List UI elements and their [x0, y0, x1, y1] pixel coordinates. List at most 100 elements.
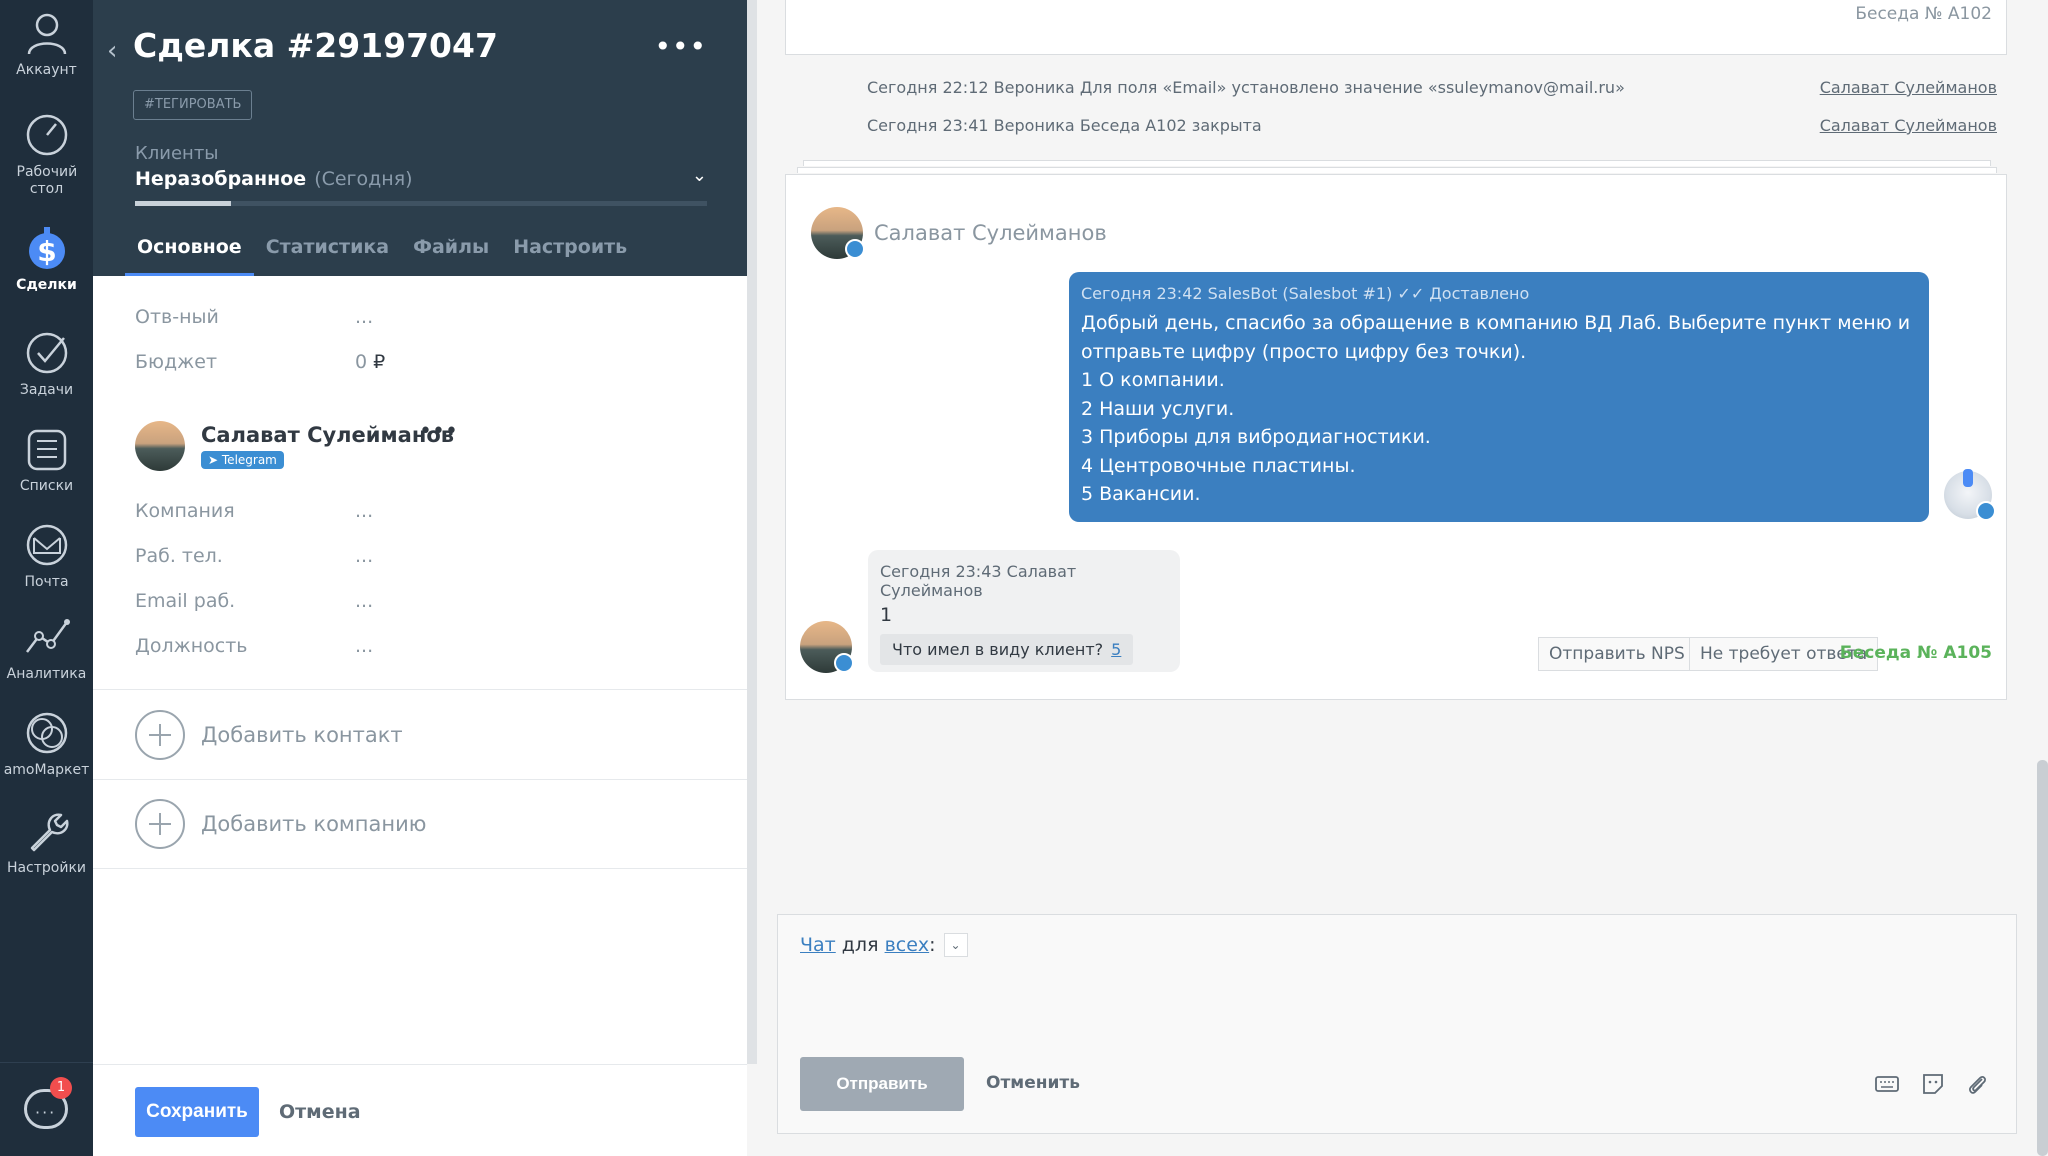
back-chevron-icon[interactable]: ‹ — [107, 36, 117, 66]
chat-id-link[interactable]: Беседа № A105 — [1840, 643, 1992, 663]
tab-main[interactable]: Основное — [125, 236, 254, 276]
pipeline-stage-select[interactable]: Неразобранное (Сегодня) — [135, 168, 413, 190]
pipeline-label: Клиенты — [135, 143, 219, 164]
analytics-icon — [25, 619, 70, 653]
add-company-label: Добавить компанию — [201, 812, 427, 836]
contact-name[interactable]: Салават Сулейманов — [201, 423, 454, 447]
composer-for: для — [841, 934, 879, 956]
responsible-value[interactable]: ... — [355, 306, 373, 328]
add-contact-button[interactable]: Добавить контакт — [135, 710, 403, 760]
work-email-value[interactable]: ... — [355, 590, 373, 612]
intent-question: Что имел в виду клиент? 5 — [880, 634, 1134, 665]
event-author-link[interactable]: Салават Сулейманов — [1820, 116, 1997, 135]
nav-settings[interactable]: Настройки — [0, 808, 93, 877]
nav-lists-label: Списки — [19, 478, 74, 494]
lists-icon — [27, 429, 66, 471]
event-text: Сегодня 23:41 Вероника Беседа A102 закры… — [867, 116, 1262, 135]
deal-title[interactable]: Сделка #29197047 — [133, 26, 498, 65]
tab-files[interactable]: Файлы — [401, 236, 501, 276]
intent-link[interactable]: 5 — [1111, 640, 1121, 659]
deal-more-icon[interactable]: ••• — [654, 30, 707, 63]
add-company-button[interactable]: Добавить компанию — [135, 799, 426, 849]
attachment-icon[interactable] — [1964, 1071, 1990, 1097]
deal-body: Отв-ный ... Бюджет 0 ₽ Салават Сулеймано… — [93, 276, 747, 1064]
send-button[interactable]: Отправить — [800, 1057, 964, 1111]
account-icon — [27, 13, 66, 55]
message-composer[interactable]: Чат для всех: ⌄ Отправить Отменить — [777, 914, 2017, 1134]
chat-unread-badge: 1 — [50, 1077, 72, 1099]
nav-dashboard-label: Рабочий стол — [16, 164, 78, 197]
chevron-down-icon[interactable]: ⌄ — [943, 933, 968, 957]
nav-tasks[interactable]: Задачи — [0, 330, 93, 399]
stage-time: (Сегодня) — [314, 168, 413, 190]
nav-market[interactable]: amoМаркет — [0, 710, 93, 779]
send-nps-button[interactable]: Отправить NPS — [1538, 637, 1696, 671]
card-stack-edge — [797, 167, 1997, 173]
bot-message-line: отправьте цифру (просто цифру без точки)… — [1081, 340, 1527, 363]
nav-market-label: amoМаркет — [3, 762, 90, 778]
divider — [93, 868, 747, 869]
previous-chat-id[interactable]: Беседа № A102 — [1855, 4, 1992, 24]
tab-statistics[interactable]: Статистика — [254, 236, 401, 276]
contact-avatar[interactable] — [135, 421, 185, 471]
nav-settings-label: Настройки — [6, 860, 87, 876]
telegram-icon — [845, 239, 865, 259]
bot-message-line: 4 Центровочные пластины. — [1081, 454, 1356, 477]
undo-button[interactable]: Отменить — [986, 1073, 1080, 1093]
nav-analytics[interactable]: Аналитика — [0, 614, 93, 683]
feed: Беседа № A102 Сегодня 22:12 Вероника Для… — [757, 0, 2048, 1156]
tag-button[interactable]: #ТЕГИРОВАТЬ — [133, 90, 253, 120]
cancel-button[interactable]: Отмена — [279, 1087, 361, 1137]
telegram-badge: ➤ Telegram — [201, 451, 284, 469]
composer-mode-link[interactable]: Чат — [800, 934, 836, 956]
deal-scrollbar[interactable] — [747, 0, 757, 1064]
bot-message: Сегодня 23:42 SalesBot (Salesbot #1) ✓✓ … — [1069, 272, 1929, 522]
position-value[interactable]: ... — [355, 635, 373, 657]
wrench-icon — [30, 813, 69, 852]
plus-icon — [135, 710, 185, 760]
composer-target: Чат для всех: ⌄ — [800, 933, 968, 957]
feed-event: Сегодня 22:12 Вероника Для поля «Email» … — [867, 78, 1997, 97]
chevron-down-icon[interactable]: ⌄ — [692, 165, 707, 186]
nav-mail-label: Почта — [24, 574, 69, 590]
nav-deals[interactable]: $ Сделки — [0, 225, 93, 294]
plus-icon — [135, 799, 185, 849]
telegram-icon: ➤ — [208, 453, 219, 467]
divider — [93, 779, 747, 780]
work-email-label: Email раб. — [135, 590, 236, 612]
nav-lists[interactable]: Списки — [0, 426, 93, 495]
work-phone-value[interactable]: ... — [355, 545, 373, 567]
budget-field[interactable]: 0 ₽ — [355, 351, 385, 373]
nav-dashboard[interactable]: Рабочий стол — [0, 112, 93, 198]
feed-scrollbar[interactable] — [2037, 760, 2048, 1156]
nav-deals-label: Сделки — [16, 277, 77, 293]
feed-event: Сегодня 23:41 Вероника Беседа A102 закры… — [867, 116, 1997, 135]
contact-more-icon[interactable]: ••• — [419, 419, 458, 444]
user-message-meta: Сегодня 23:43 Салават Сулейманов — [880, 562, 1077, 600]
chat-card: Салават Сулейманов Сегодня 23:42 SalesBo… — [785, 174, 2007, 700]
telegram-icon — [1976, 501, 1996, 521]
dashboard-icon — [26, 114, 67, 156]
user-message-text: 1 — [880, 604, 893, 626]
event-text: Сегодня 22:12 Вероника Для поля «Email» … — [867, 78, 1625, 97]
stage-name: Неразобранное — [135, 168, 307, 190]
save-button[interactable]: Сохранить — [135, 1087, 259, 1137]
keyboard-icon[interactable] — [1874, 1071, 1900, 1097]
nav-analytics-label: Аналитика — [6, 666, 87, 682]
position-label: Должность — [135, 635, 248, 657]
nav-account[interactable]: Аккаунт — [0, 10, 93, 79]
market-icon — [26, 712, 67, 754]
tab-configure[interactable]: Настроить — [501, 236, 639, 276]
left-nav: Аккаунт Рабочий стол $ Сделки Задачи Спи… — [0, 0, 93, 1156]
user-message: Сегодня 23:43 Салават Сулейманов 1 Что и… — [868, 550, 1180, 672]
composer-target-link[interactable]: всех — [885, 934, 930, 956]
nav-chats[interactable]: ··· 1 — [0, 1062, 93, 1156]
pipeline-progress — [135, 201, 707, 206]
company-value[interactable]: ... — [355, 500, 373, 522]
sticker-icon[interactable] — [1920, 1071, 1946, 1097]
nav-mail[interactable]: Почта — [0, 522, 93, 591]
event-author-link[interactable]: Салават Сулейманов — [1820, 78, 1997, 97]
deal-tabs: Основное Статистика Файлы Настроить — [125, 236, 639, 276]
previous-chat-card: Беседа № A102 — [785, 0, 2007, 55]
add-contact-label: Добавить контакт — [201, 723, 403, 747]
